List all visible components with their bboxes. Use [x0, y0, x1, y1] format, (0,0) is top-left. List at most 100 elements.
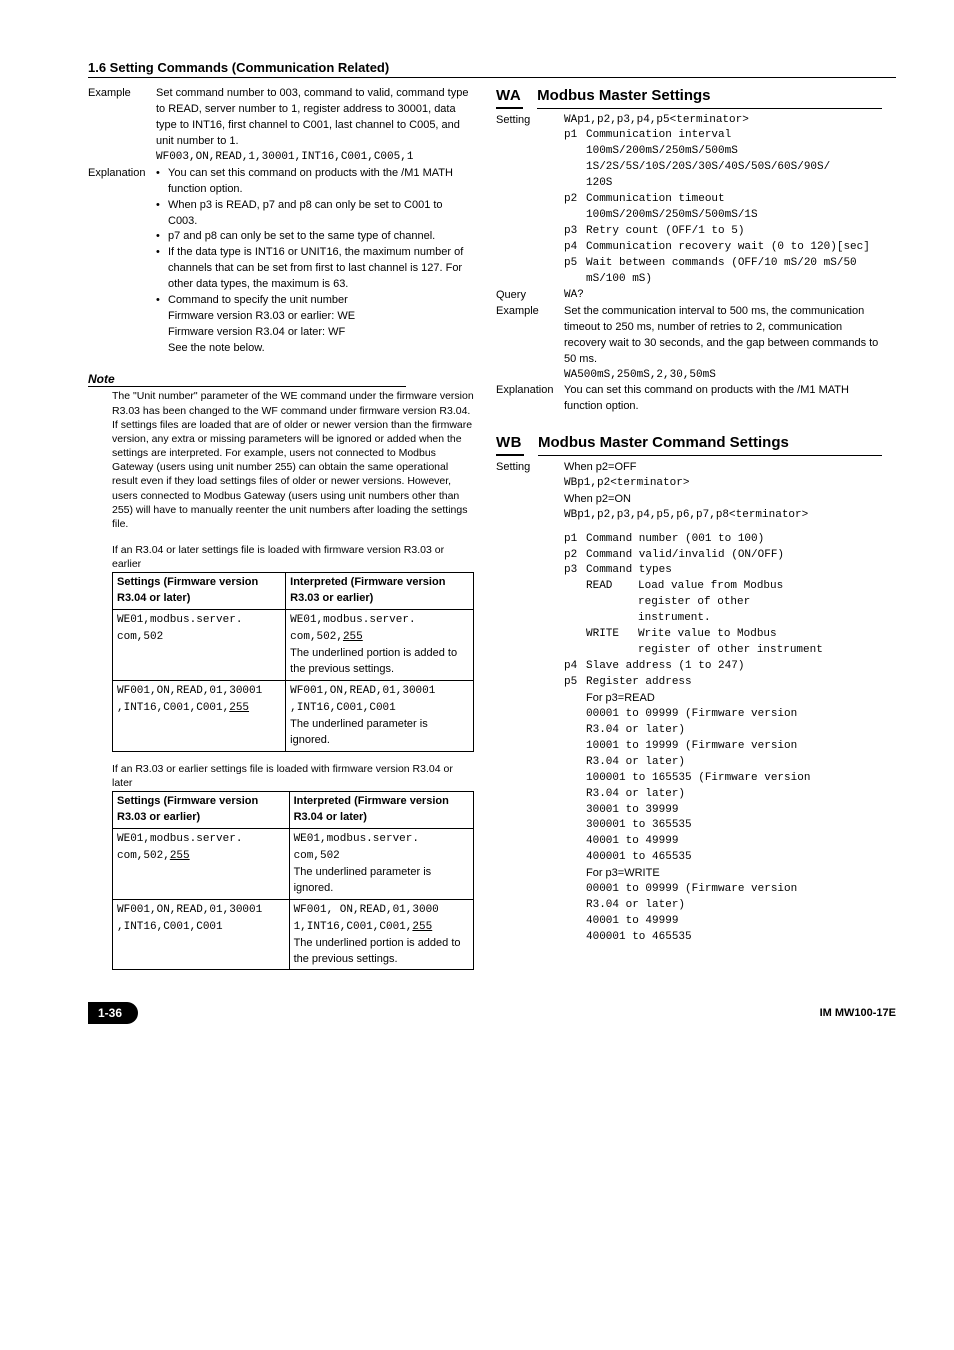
- param-p1b: p1: [564, 532, 586, 548]
- wa-p4: Communication recovery wait (0 to 120)[s…: [586, 240, 882, 256]
- t2r2c2b-u: 255: [412, 921, 432, 933]
- table2: Settings (Firmware version R3.03 or earl…: [112, 791, 474, 970]
- t2r1c1b-pre: com,502,: [117, 850, 170, 862]
- doc-id: IM MW100-17E: [820, 1007, 896, 1019]
- table1-intro: If an R3.04 or later settings file is lo…: [88, 541, 474, 571]
- wb-p3-read: READ: [586, 579, 638, 627]
- wb-p5r: R3.04 or later): [564, 787, 882, 803]
- wa-example-cmd: WA500mS,250mS,2,30,50mS: [564, 368, 882, 384]
- wb-off-syntax: WBp1,p2<terminator>: [564, 476, 882, 492]
- wb-on: When p2=ON: [564, 492, 882, 508]
- bullet-icon: •: [156, 229, 168, 245]
- bullet-icon: •: [156, 166, 168, 198]
- wa-p2-opt: 100mS/200mS/250mS/500mS/1S: [564, 208, 882, 224]
- wb-p5w: 00001 to 09999 (Firmware version: [564, 882, 882, 898]
- example-cmd: WF003,ON,READ,1,30001,INT16,C001,C005,1: [156, 150, 474, 166]
- wa-p3: Retry count (OFF/1 to 5): [586, 224, 882, 240]
- t2r1c2-note: The underlined parameter is ignored.: [294, 866, 432, 894]
- wb-p5-write-head: For p3=WRITE: [564, 866, 882, 882]
- bullet-text: Command to specify the unit number: [168, 293, 348, 309]
- wa-p2: Communication timeout: [586, 192, 882, 208]
- wa-p1: Communication interval: [586, 128, 882, 144]
- wb-p5r: 30001 to 39999: [564, 803, 882, 819]
- t2r2c1b: ,INT16,C001,C001: [117, 921, 223, 933]
- setting-label: Setting: [496, 113, 564, 288]
- wb-p5r: R3.04 or later): [564, 723, 882, 739]
- t1r2c2: WF001,ON,READ,01,30001: [290, 685, 435, 697]
- bullet-text: When p3 is READ, p7 and p8 can only be s…: [168, 198, 474, 230]
- wb-read-d: instrument.: [638, 611, 882, 627]
- wb-p5r: 300001 to 365535: [564, 818, 882, 834]
- right-column: WA Modbus Master Settings Setting WAp1,p…: [496, 86, 882, 970]
- wa-title: Modbus Master Settings: [537, 88, 882, 109]
- t2r2c2: WF001, ON,READ,01,3000: [294, 904, 439, 916]
- param-p3: p3: [564, 224, 586, 240]
- wb-title: Modbus Master Command Settings: [538, 435, 882, 456]
- t1r2c2b: ,INT16,C001,C001: [290, 702, 396, 714]
- wb-p5w: R3.04 or later): [564, 898, 882, 914]
- t1r2c2-note: The underlined parameter is ignored.: [290, 718, 428, 746]
- section-heading: 1.6 Setting Commands (Communication Rela…: [88, 60, 896, 78]
- t2r1c1a: WE01,modbus.server.: [117, 833, 242, 845]
- t2r2c1: WF001,ON,READ,01,30001: [117, 904, 262, 916]
- wb-p5r: 400001 to 465535: [564, 850, 882, 866]
- wb-p5r: 100001 to 165535 (Firmware version: [564, 771, 882, 787]
- wa-explanation: You can set this command on products wit…: [564, 383, 882, 415]
- t1r1c1b: com,502: [117, 631, 163, 643]
- query-label: Query: [496, 288, 564, 304]
- bullet-sub: Firmware version R3.03 or earlier: WE: [168, 309, 474, 325]
- t1r1c2a: WE01,modbus.server.: [290, 614, 415, 626]
- bullet-text: If the data type is INT16 or UNIT16, the…: [168, 245, 474, 293]
- wb-p3: Command types: [586, 563, 882, 579]
- wa-key: WA: [496, 88, 523, 109]
- bullet-sub: Firmware version R3.04 or later: WF: [168, 325, 474, 341]
- setting-label-b: Setting: [496, 460, 564, 946]
- wb-read-d: register of other: [638, 595, 882, 611]
- left-column: Example Set command number to 003, comma…: [88, 86, 474, 970]
- example-text: Set command number to 003, command to va…: [156, 86, 474, 150]
- t2r1c2a: WE01,modbus.server.: [294, 833, 419, 845]
- wa-p1-opt: 120S: [564, 176, 882, 192]
- param-p3b: p3: [564, 563, 586, 579]
- wb-p5w: 40001 to 49999: [564, 914, 882, 930]
- wb-p5r: 10001 to 19999 (Firmware version: [564, 739, 882, 755]
- t2r1c1b-u: 255: [170, 850, 190, 862]
- wa-p5: Wait between commands (OFF/10 mS/20 mS/5…: [586, 256, 882, 288]
- explanation-label-r: Explanation: [496, 383, 564, 415]
- example-label: Example: [88, 86, 156, 166]
- wb-p5r: 00001 to 09999 (Firmware version: [564, 707, 882, 723]
- wb-p3-write: WRITE: [586, 627, 638, 659]
- explanation-label: Explanation: [88, 166, 156, 357]
- param-p4b: p4: [564, 659, 586, 675]
- t1r1c2b-u: 255: [343, 631, 363, 643]
- table2-h1: Settings (Firmware version R3.03 or earl…: [113, 792, 290, 829]
- t2r2c2b-pre: 1,INT16,C001,C001,: [294, 921, 413, 933]
- page-number: 1-36: [88, 1002, 138, 1024]
- wb-p5r: 40001 to 49999: [564, 834, 882, 850]
- wb-p4: Slave address (1 to 247): [586, 659, 882, 675]
- wb-p5r: R3.04 or later): [564, 755, 882, 771]
- bullet-text: p7 and p8 can only be set to the same ty…: [168, 229, 435, 245]
- bullet-text: You can set this command on products wit…: [168, 166, 474, 198]
- wa-p1-opt: 1S/2S/5S/10S/20S/30S/40S/50S/60S/90S/: [564, 160, 882, 176]
- example-label-r: Example: [496, 304, 564, 384]
- t2r1c2b: com,502: [294, 850, 340, 862]
- table2-h2: Interpreted (Firmware version R3.04 or l…: [289, 792, 473, 829]
- wa-p1-opt: 100mS/200mS/250mS/500mS: [564, 144, 882, 160]
- wb-p5w: 400001 to 465535: [564, 930, 882, 946]
- wa-query: WA?: [564, 288, 882, 304]
- t1r1c1a: WE01,modbus.server.: [117, 614, 242, 626]
- t1r1c2-note: The underlined portion is added to the p…: [290, 647, 457, 675]
- wb-p2: Command valid/invalid (ON/OFF): [586, 548, 882, 564]
- bullet-sub: See the note below.: [168, 341, 474, 357]
- wb-key: WB: [496, 435, 524, 456]
- wb-p5: Register address: [586, 675, 882, 691]
- wa-syntax: WAp1,p2,p3,p4,p5<terminator>: [564, 113, 882, 129]
- param-p1: p1: [564, 128, 586, 144]
- table1-h2: Interpreted (Firmware version R3.03 or e…: [286, 573, 474, 610]
- wb-p5-read-head: For p3=READ: [564, 691, 882, 707]
- wb-on-syntax: WBp1,p2,p3,p4,p5,p6,p7,p8<terminator>: [564, 508, 882, 524]
- wb-read-d: Load value from Modbus: [638, 579, 882, 595]
- wb-off: When p2=OFF: [564, 460, 882, 476]
- t1r2c1b-pre: ,INT16,C001,C001,: [117, 702, 229, 714]
